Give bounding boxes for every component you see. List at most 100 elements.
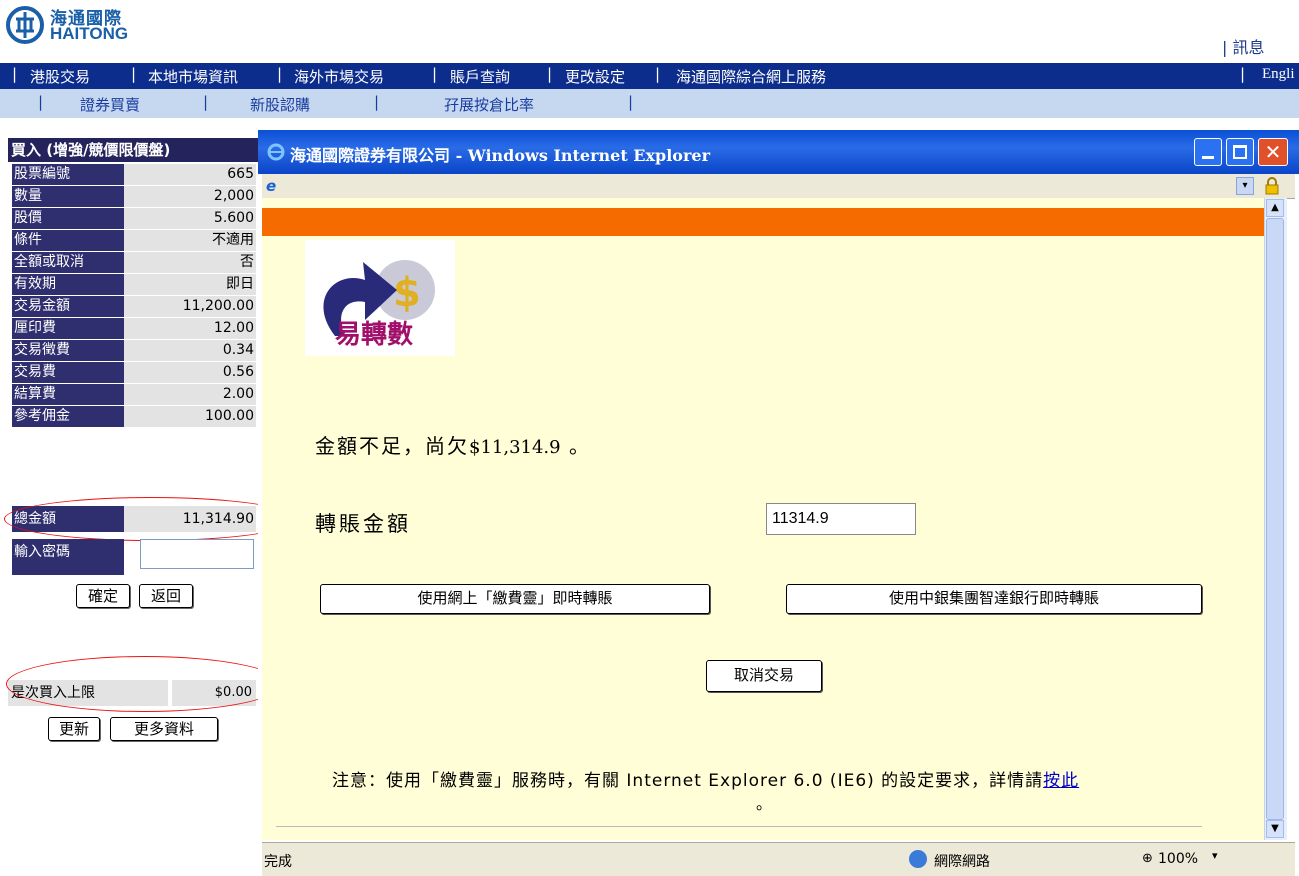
order-row-value: 5.600 bbox=[124, 208, 256, 229]
ie6-note-text: 注意：使用「繳費靈」服務時，有關 Internet Explorer 6.0 (… bbox=[332, 771, 1044, 791]
maximize-button[interactable] bbox=[1226, 138, 1254, 166]
close-icon: ✕ bbox=[1264, 140, 1282, 164]
order-row: 交易費 0.56 bbox=[8, 362, 258, 384]
order-row-label: 參考佣金 bbox=[12, 406, 124, 427]
highlight-ellipse bbox=[6, 656, 282, 712]
scroll-up-icon[interactable]: ▲ bbox=[1266, 199, 1284, 217]
order-row: 結算費 2.00 bbox=[8, 384, 258, 406]
nav-change-settings[interactable]: 更改設定 bbox=[565, 66, 625, 87]
order-row-label: 交易徵費 bbox=[12, 340, 124, 361]
order-row-label: 交易費 bbox=[12, 362, 124, 383]
highlight-ellipse bbox=[4, 497, 298, 541]
order-row-label: 條件 bbox=[12, 230, 124, 251]
insufficient-suffix: 。 bbox=[568, 434, 591, 458]
confirm-button[interactable]: 確定 bbox=[76, 584, 130, 608]
ie6-note-end: 。 bbox=[756, 794, 773, 813]
ie6-note: 注意：使用「繳費靈」服務時，有關 Internet Explorer 6.0 (… bbox=[332, 766, 1079, 791]
nav-separator: | bbox=[655, 65, 661, 83]
nav-local-market-info[interactable]: 本地市場資訊 bbox=[148, 66, 238, 87]
nav-overseas-trading[interactable]: 海外市場交易 bbox=[294, 66, 384, 87]
subnav-separator: | bbox=[203, 93, 209, 111]
order-row-label: 股價 bbox=[12, 208, 124, 229]
password-label: 輸入密碼 bbox=[12, 539, 124, 575]
insufficient-prefix: 金額不足，尚欠 bbox=[315, 434, 469, 458]
order-row-value: 11,200.00 bbox=[124, 296, 256, 317]
subnav-separator: | bbox=[38, 93, 44, 111]
order-row: 數量 2,000 bbox=[8, 186, 258, 208]
ie-popup-window: 海通國際證券有限公司 - Windows Internet Explorer ✕… bbox=[258, 130, 1299, 876]
ie-titlebar[interactable]: 海通國際證券有限公司 - Windows Internet Explorer ✕ bbox=[258, 130, 1299, 174]
order-row-value: 不適用 bbox=[124, 230, 256, 251]
order-row-value: 12.00 bbox=[124, 318, 256, 339]
order-row: 交易徵費 0.34 bbox=[8, 340, 258, 362]
order-row-label: 股票編號 bbox=[12, 164, 124, 185]
lock-icon bbox=[1262, 176, 1282, 196]
minimize-button[interactable] bbox=[1194, 138, 1222, 166]
order-row: 厘印費 12.00 bbox=[8, 318, 258, 340]
subnav-ipo-subscription[interactable]: 新股認購 bbox=[250, 94, 310, 115]
security-zone-text: 網際網路 bbox=[934, 854, 990, 870]
vertical-scrollbar[interactable]: ▲ ▼ bbox=[1264, 198, 1287, 840]
subnav-separator: | bbox=[374, 93, 380, 111]
click-here-link[interactable]: 按此 bbox=[1043, 771, 1079, 791]
order-row: 全額或取消否 bbox=[8, 252, 258, 274]
password-input[interactable] bbox=[140, 539, 254, 569]
more-info-button[interactable]: 更多資料 bbox=[110, 717, 218, 741]
insufficient-amount: $11,314.9 bbox=[469, 437, 561, 458]
scroll-thumb[interactable] bbox=[1266, 218, 1284, 820]
order-row-value: 0.56 bbox=[124, 362, 256, 383]
nav-separator: | bbox=[432, 65, 438, 83]
order-row-label: 全額或取消 bbox=[12, 252, 124, 273]
status-text: 完成 bbox=[264, 854, 292, 870]
subnav-margin-ratio[interactable]: 孖展按倉比率 bbox=[444, 94, 534, 115]
svg-text:$: $ bbox=[393, 270, 421, 316]
zoom-icon[interactable]: ⊕ bbox=[1142, 851, 1153, 866]
messages-link[interactable]: | 訊息 bbox=[1222, 34, 1264, 58]
nav-separator: | bbox=[12, 65, 18, 83]
transfer-amount-label: 轉賬金額 bbox=[315, 512, 411, 536]
ie-page-icon: e bbox=[266, 177, 277, 195]
globe-icon bbox=[909, 850, 927, 868]
ie-status-bar: 完成 網際網路 ⊕ 100% ▾ bbox=[262, 842, 1295, 876]
nav-account-inquiry[interactable]: 賬戶查詢 bbox=[450, 66, 510, 87]
back-button[interactable]: 返回 bbox=[139, 584, 193, 608]
close-button[interactable]: ✕ bbox=[1258, 138, 1288, 166]
ie-address-bar[interactable]: e ▾ bbox=[262, 174, 1295, 199]
order-row: 有效期 即日 bbox=[8, 274, 258, 296]
order-row-label: 厘印費 bbox=[12, 318, 124, 339]
brand-name-en: HAITONG bbox=[50, 24, 129, 43]
cancel-transaction-button[interactable]: 取消交易 bbox=[706, 660, 822, 692]
scroll-down-icon[interactable]: ▼ bbox=[1266, 820, 1284, 838]
order-row: 交易金額 11,200.00 bbox=[8, 296, 258, 318]
pps-transfer-button[interactable]: 使用網上「繳費靈」即時轉賬 bbox=[320, 584, 710, 614]
address-dropdown-icon[interactable]: ▾ bbox=[1236, 177, 1254, 195]
nav-separator: | bbox=[547, 65, 553, 83]
refresh-button[interactable]: 更新 bbox=[48, 717, 100, 741]
ie-logo-icon bbox=[266, 142, 286, 162]
maximize-icon bbox=[1233, 145, 1247, 159]
order-row-label: 交易金額 bbox=[12, 296, 124, 317]
nav-hk-trading[interactable]: 港股交易 bbox=[30, 66, 90, 87]
zoom-dropdown-icon[interactable]: ▾ bbox=[1212, 849, 1218, 862]
zoom-level[interactable]: 100% bbox=[1158, 851, 1198, 867]
order-panel-title: 買入 (增強/競價限價盤) bbox=[8, 138, 258, 162]
boc-transfer-button[interactable]: 使用中銀集團智達銀行即時轉賬 bbox=[786, 584, 1202, 614]
subnav-securities-trading[interactable]: 證券買賣 bbox=[80, 94, 140, 115]
sub-nav: | 證券買賣 | 新股認購 | 孖展按倉比率 | bbox=[0, 89, 1299, 118]
order-row: 股票編號 665 bbox=[8, 164, 258, 186]
nav-separator: | bbox=[277, 65, 283, 83]
nav-online-services[interactable]: 海通國際綜合網上服務 bbox=[676, 66, 826, 87]
subnav-separator: | bbox=[628, 93, 634, 111]
insufficient-funds-message: 金額不足，尚欠$11,314.9 。 bbox=[315, 430, 591, 459]
ie-page-content: $ 易轉數 金額不足，尚欠$11,314.9 。 轉賬金額 使用網上「繳費靈」即… bbox=[262, 198, 1264, 840]
order-row: 參考佣金 100.00 bbox=[8, 406, 258, 428]
transfer-amount-input[interactable] bbox=[766, 503, 916, 535]
order-row-value: 2,000 bbox=[124, 186, 256, 207]
order-row-value: 即日 bbox=[124, 274, 256, 295]
minimize-icon bbox=[1202, 156, 1214, 159]
orange-header-bar bbox=[262, 208, 1264, 236]
nav-language-english[interactable]: Engli bbox=[1262, 66, 1295, 83]
order-row-value: 100.00 bbox=[124, 406, 256, 427]
order-row-value: 否 bbox=[124, 252, 256, 273]
main-nav: | 港股交易 | 本地市場資訊 | 海外市場交易 | 賬戶查詢 | 更改設定 |… bbox=[0, 63, 1299, 89]
